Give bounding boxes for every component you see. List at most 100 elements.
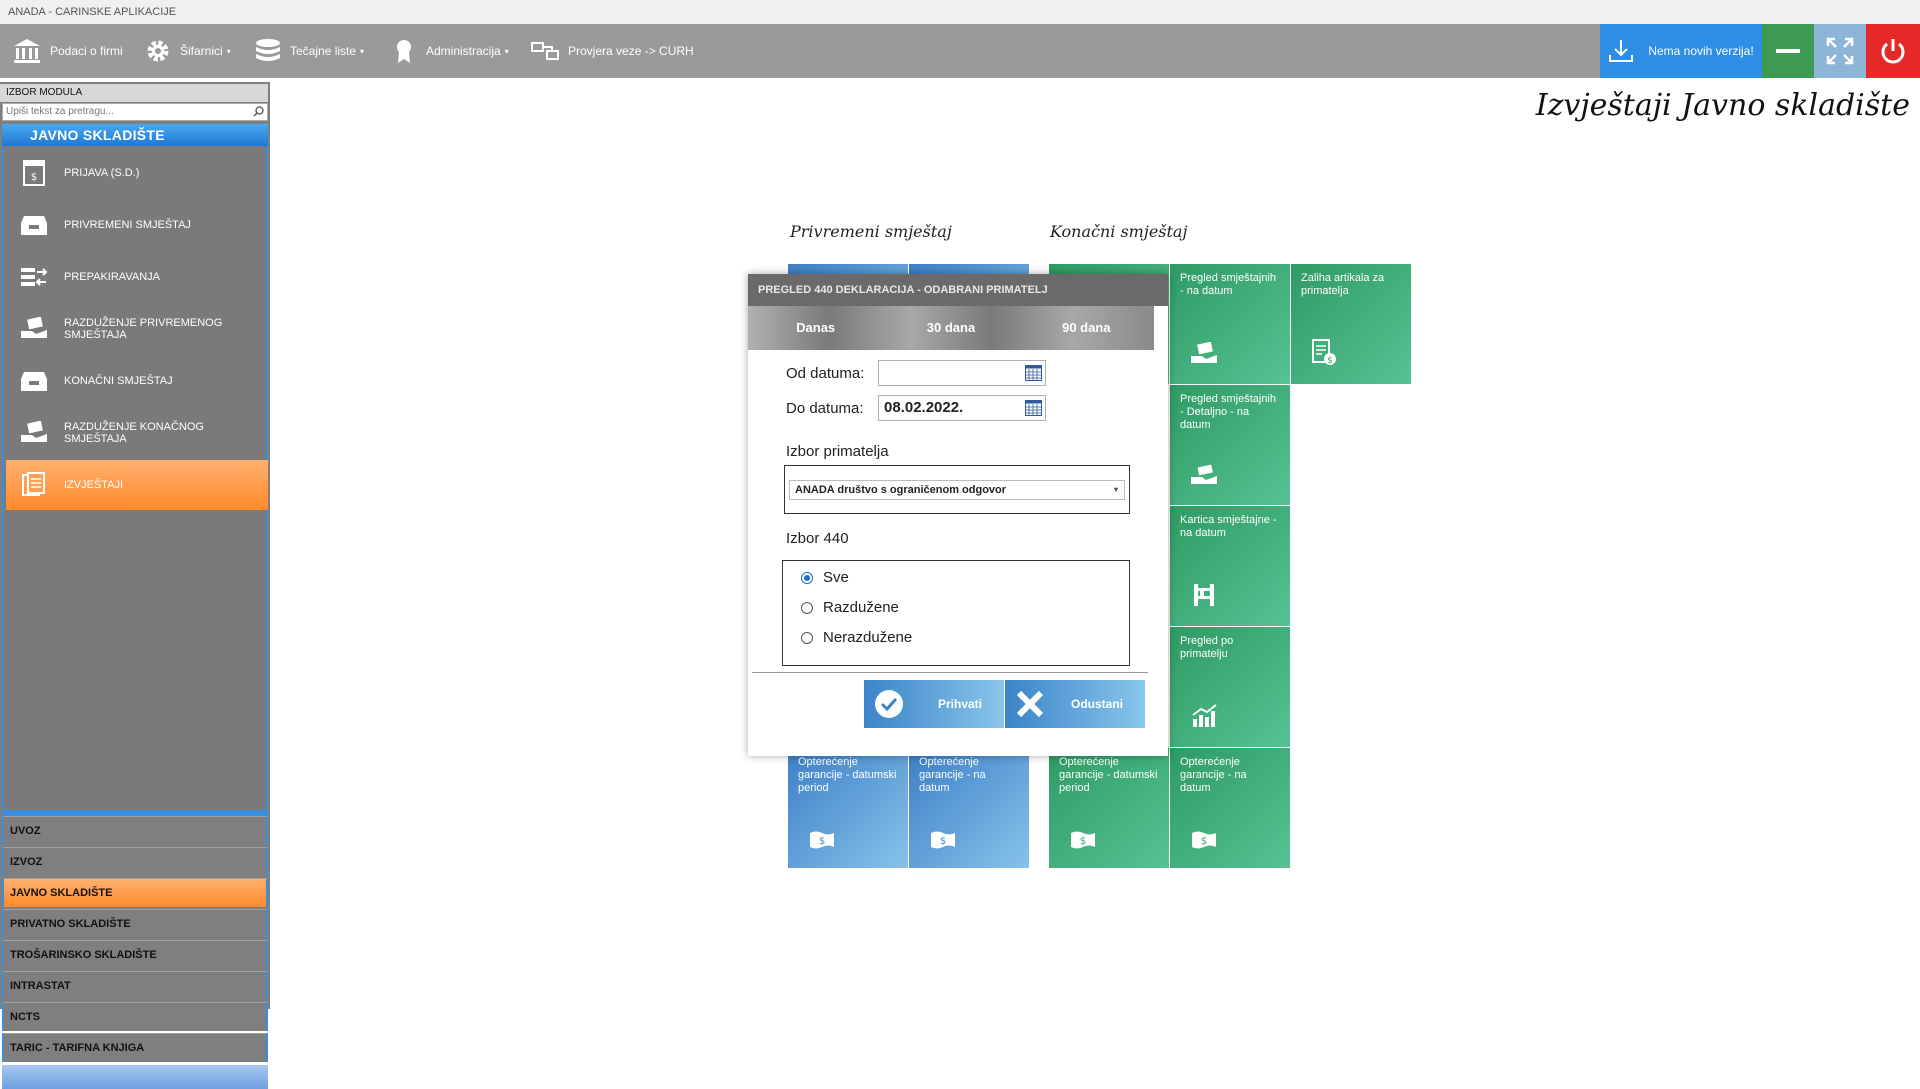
do-datuma-field[interactable]: 08.02.2022. [878,395,1046,421]
primatelj-select[interactable]: ANADA društvo s ograničenom odgovor ▾ [789,480,1125,500]
dialog-separator [752,672,1148,673]
page-title: Izvještaji Javno skladište [1535,88,1910,123]
sidebar-item-razduzenje-privremenog[interactable]: RAZDUŽENJE PRIVREMENOG SMJEŠTAJA [6,304,268,354]
report-tile-green-po-primatelju[interactable]: Pregled po primatelju [1170,627,1290,747]
radio-razduzene[interactable]: Razdužene [801,599,899,616]
primatelj-group: ANADA društvo s ograničenom odgovor ▾ [784,465,1130,514]
tab-30-dana[interactable]: 30 dana [883,306,1018,350]
toolbar-label: Podaci o firmi [50,44,123,58]
sidebar-item-razduzenje-konacnog[interactable]: RAZDUŽENJE KONAČNOG SMJEŠTAJA [6,408,268,458]
radio-button[interactable] [801,631,813,644]
hand-box-icon [21,317,47,338]
transfer-icon [21,268,48,286]
sidebar-item-prepakiravanja[interactable]: PREPAKIRAVANJA [6,252,268,302]
izbor-primatelja-label: Izbor primatelja [786,443,889,460]
sidebar-item-izvjestaji[interactable]: IZVJEŠTAJI [6,460,268,510]
search-placeholder: Upiši tekst za pretragu... [6,106,114,117]
toolbar-administracija[interactable]: Administracija ▾ [390,24,509,78]
tile-label: Pregled smještajnih - na datum [1180,272,1276,297]
sidebar-search-input[interactable]: Upiši tekst za pretragu... [2,103,268,121]
bank-icon [14,39,40,63]
sidebar-item-label: PRIJAVA (S.D.) [64,167,140,179]
category-trosarinsko-skladiste[interactable]: TROŠARINSKO SKLADIŠTE [2,940,268,969]
dialog-title: PREGLED 440 DEKLARACIJA - ODABRANI PRIMA… [748,274,1168,306]
svg-text:$: $ [940,836,946,847]
sidebar-item-prijava[interactable]: $ PRIJAVA (S.D.) [6,148,268,198]
sidebar-footer [2,1065,268,1089]
category-uvoz[interactable]: UVOZ [2,816,268,845]
report-tile-blue-guarantee-date[interactable]: Opterećenje garancije - na datum $ [909,748,1029,868]
svg-text:$: $ [819,836,825,847]
calendar-icon[interactable] [1025,400,1042,416]
category-izvoz[interactable]: IZVOZ [2,847,268,876]
money-icon: $ [1192,831,1216,849]
update-button[interactable]: Nema novih verzija! [1600,24,1762,78]
award-icon [397,40,411,63]
gear-icon [147,40,169,62]
chevron-down-icon: ▾ [1113,485,1118,494]
izbor-440-label: Izbor 440 [786,530,849,547]
do-datuma-label: Do datuma: [786,400,864,417]
category-intrastat[interactable]: INTRASTAT [2,971,268,1000]
category-taric[interactable]: TARIC - TARIFNA KNJIGA [2,1033,268,1062]
radio-button[interactable] [801,601,813,614]
report-filter-dialog: PREGLED 440 DEKLARACIJA - ODABRANI PRIMA… [748,274,1168,756]
inbox-tray-icon [21,372,47,391]
sidebar-item-label: RAZDUŽENJE KONAČNOG SMJEŠTAJA [64,421,204,445]
izbor-440-group: Sve Razdužene Nerazdužene [782,560,1130,666]
fullscreen-button[interactable] [1814,24,1866,78]
toolbar-sifarnici[interactable]: Šifarnici ▾ [144,24,231,78]
report-tile-green-guarantee-period[interactable]: Opterećenje garancije - datumski period … [1049,748,1169,868]
tile-label: Pregled po primatelju [1180,635,1234,660]
toolbar-label: Šifarnici [180,44,223,58]
calendar-icon[interactable] [1025,365,1042,381]
od-datuma-field[interactable] [878,360,1046,386]
tile-label: Zaliha artikala za primatelja [1301,272,1385,297]
network-icon [531,42,559,60]
report-tile-green-zaliha[interactable]: Zaliha artikala za primatelja $ [1291,264,1411,384]
tile-label: Pregled smještajnih - Detaljno - na datu… [1180,393,1276,431]
bar-chart-icon [1192,704,1217,727]
money-icon: $ [1071,831,1095,849]
report-tile-green-detaljno[interactable]: Pregled smještajnih - Detaljno - na datu… [1170,385,1290,505]
window-title: ANADA - CARINSKE APLIKACIJE [0,0,1920,24]
category-ncts[interactable]: NCTS [2,1002,268,1031]
report-tile-blue-guarantee-period[interactable]: Opterećenje garancije - datumski period … [788,748,908,868]
close-icon [1016,690,1044,718]
toolbar-provjera-veze[interactable]: Provjera veze -> CURH [530,24,694,78]
fullscreen-icon [1826,37,1854,65]
sidebar-item-privremeni-smjestaj[interactable]: PRIVREMENI SMJEŠTAJ [6,200,268,250]
radio-button[interactable] [801,571,813,584]
storage-rack-icon [1194,584,1214,606]
period-tabs: Danas 30 dana 90 dana [748,306,1154,350]
module-title: JAVNO SKLADIŠTE [2,124,268,146]
report-tile-green-kartica[interactable]: Kartica smještajne - na datum [1170,506,1290,626]
radio-label: Sve [823,569,849,586]
reports-icon [22,472,45,496]
radio-nerazduzene[interactable]: Nerazdužene [801,629,912,646]
toolbar-label: Tečajne liste [290,44,357,58]
tab-danas[interactable]: Danas [748,306,883,350]
sidebar-item-konacni-smjestaj[interactable]: KONAČNI SMJEŠTAJ [6,356,268,406]
report-tile-green-pregled-na-datum[interactable]: Pregled smještajnih - na datum [1170,264,1290,384]
power-button[interactable] [1866,24,1920,78]
tile-label: Opterećenje garancije - datumski period [798,756,897,794]
report-tile-green-guarantee-date[interactable]: Opterećenje garancije - na datum $ [1170,748,1290,868]
minimize-button[interactable] [1762,24,1814,78]
primatelj-value: ANADA društvo s ograničenom odgovor [795,484,1007,496]
toolbar-tecajne-liste[interactable]: Tečajne liste ▾ [254,24,364,78]
accept-button[interactable]: Prihvati [864,680,1004,728]
tab-90-dana[interactable]: 90 dana [1019,306,1154,350]
database-icon [256,39,280,61]
radio-sve[interactable]: Sve [801,569,849,586]
search-icon [253,106,264,117]
chevron-down-icon: ▾ [504,46,509,56]
update-label: Nema novih verzija! [1648,44,1754,58]
tile-label: Kartica smještajne - na datum [1180,514,1277,539]
sidebar-item-label: PRIVREMENI SMJEŠTAJ [64,219,191,231]
category-privatno-skladiste[interactable]: PRIVATNO SKLADIŠTE [2,909,268,938]
category-javno-skladiste[interactable]: JAVNO SKLADIŠTE [2,878,268,907]
cancel-button[interactable]: Odustani [1005,680,1145,728]
tile-label: Opterećenje garancije - na datum [919,756,986,794]
toolbar-podaci-o-firmi[interactable]: Podaci o firmi [12,24,123,78]
